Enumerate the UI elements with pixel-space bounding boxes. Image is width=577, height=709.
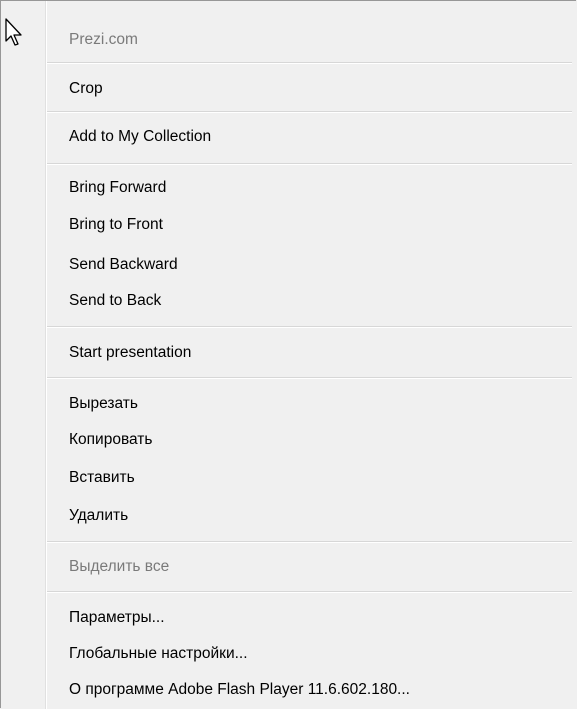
menu-item-cut[interactable]: Вырезать [69,394,138,414]
menu-separator [47,62,572,64]
menu-item-select-all[interactable]: Выделить все [69,557,169,577]
menu-item-copy[interactable]: Копировать [69,430,152,450]
menu-item-about-flash-player[interactable]: О программе Adobe Flash Player 11.6.602.… [69,680,410,700]
menu-item-start-presentation[interactable]: Start presentation [69,343,191,363]
menu-item-paste[interactable]: Вставить [69,468,135,488]
menu-item-global-settings[interactable]: Глобальные настройки... [69,644,248,664]
menu-separator [47,111,572,113]
menu-separator [47,377,572,379]
menu-item-settings[interactable]: Параметры... [69,608,165,628]
menu-separator [47,163,572,165]
menu-item-send-backward[interactable]: Send Backward [69,255,178,275]
menu-item-bring-to-front[interactable]: Bring to Front [69,215,163,235]
menu-item-prezi-com[interactable]: Prezi.com [69,30,138,50]
menu-item-send-to-back[interactable]: Send to Back [69,291,161,311]
menu-separator [47,591,572,593]
menu-item-crop[interactable]: Crop [69,79,103,99]
mouse-pointer-icon [5,18,22,46]
menu-item-delete[interactable]: Удалить [69,506,128,526]
context-menu: Prezi.com Crop Add to My Collection Brin… [0,0,576,709]
menu-item-add-to-my-collection[interactable]: Add to My Collection [69,127,211,147]
menu-item-bring-forward[interactable]: Bring Forward [69,178,166,198]
menu-gutter-highlight [46,1,47,709]
menu-separator [47,326,572,328]
menu-separator [47,541,572,543]
